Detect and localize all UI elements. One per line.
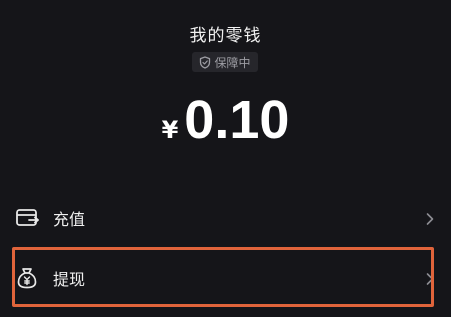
menu-item-recharge[interactable]: 充值: [0, 188, 451, 248]
page-title: 我的零钱: [189, 26, 262, 46]
protection-badge: 保障中: [192, 52, 258, 72]
chevron-right-icon: [425, 211, 435, 225]
protection-badge-label: 保障中: [214, 55, 251, 70]
menu-item-recharge-label: 充值: [53, 210, 86, 229]
money-bag-icon: [15, 266, 39, 290]
shield-icon: [199, 55, 211, 69]
chevron-right-icon: [425, 271, 435, 285]
menu-item-withdraw[interactable]: 提现: [0, 248, 451, 308]
menu-item-withdraw-label: 提现: [53, 270, 86, 289]
balance-display: ¥ 0.10: [0, 88, 451, 152]
currency-symbol: ¥: [161, 116, 179, 144]
balance-amount: 0.10: [184, 90, 290, 150]
wallet-card-icon: [15, 206, 39, 230]
